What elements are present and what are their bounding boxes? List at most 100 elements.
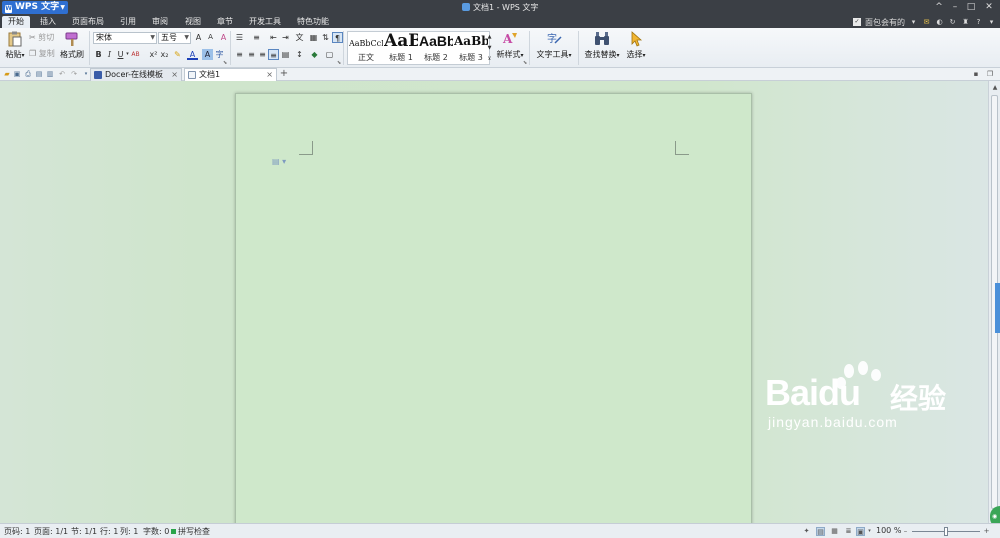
style-heading-1[interactable]: AaB 标题 1 [384, 32, 418, 64]
tab-insert[interactable]: 插入 [34, 16, 62, 28]
close-icon[interactable]: × [266, 69, 273, 81]
status-column[interactable]: 列: 1 [120, 526, 138, 537]
save-icon[interactable]: ▣ [13, 70, 21, 78]
tab-home[interactable]: 开始 [2, 16, 30, 28]
new-style-button[interactable]: A 新样式▾ [495, 31, 525, 60]
status-row[interactable]: 行: 1 [100, 526, 118, 537]
user-name[interactable]: 面包会有的 [865, 17, 905, 28]
collapse-ribbon-button[interactable]: ^ [932, 1, 946, 13]
print-preview-icon[interactable]: ▤ [35, 70, 43, 78]
font-name-select[interactable]: 宋体 ▼ [93, 32, 157, 44]
bullets-icon[interactable]: ☰ [234, 32, 245, 43]
caret-down-icon[interactable]: ▾ [909, 18, 918, 27]
tab-page-layout[interactable]: 页面布局 [66, 16, 110, 28]
web-view-icon[interactable]: ▦ [830, 527, 839, 536]
customize-toolbar-icon[interactable]: ▾ [82, 70, 90, 78]
distributed-icon[interactable]: ▤ [280, 49, 291, 60]
undo-icon[interactable]: ↶ [58, 70, 66, 78]
gallery-scroll-down-icon[interactable]: ▼ [484, 43, 495, 54]
tab-developer[interactable]: 开发工具 [243, 16, 287, 28]
open-folder-icon[interactable]: ▰ [3, 70, 11, 78]
style-heading-2[interactable]: AaBb 标题 2 [419, 32, 453, 64]
zoom-slider-thumb[interactable] [944, 527, 948, 536]
style-normal[interactable]: AaBbCcDd 正文 [349, 32, 383, 64]
checkbox-icon[interactable]: ✓ [853, 18, 861, 26]
sort-icon[interactable]: ⇅ [320, 32, 331, 43]
print-icon[interactable]: ⎙ [24, 70, 32, 78]
increase-indent-icon[interactable]: ⇥ [280, 32, 291, 43]
show-marks-icon[interactable]: ¶ [332, 32, 343, 43]
phonetic-icon[interactable]: 字 [214, 49, 225, 60]
tab-chapter[interactable]: 章节 [211, 16, 239, 28]
new-tab-button[interactable]: + [279, 68, 289, 80]
refresh-icon[interactable]: ↻ [948, 18, 957, 27]
app-menu-button[interactable]: W WPS 文字 ▼ [2, 1, 68, 14]
restore-window-icon[interactable]: ❐ [986, 70, 994, 78]
superscript-icon[interactable]: x² [148, 49, 159, 60]
status-section[interactable]: 节: 1/1 [71, 526, 97, 537]
char-shading-icon[interactable]: A [202, 49, 213, 60]
close-button[interactable]: ✕ [982, 1, 996, 13]
strikethrough-icon[interactable]: AB [130, 49, 141, 60]
paste-button[interactable]: 粘贴▾ [4, 31, 26, 60]
font-size-select[interactable]: 五号 ▼ [158, 32, 191, 44]
find-replace-button[interactable]: 查找替换▾ [582, 31, 622, 60]
spell-check-toggle[interactable]: 拼写检查 [171, 526, 210, 537]
status-page[interactable]: 页面: 1/1 [34, 526, 68, 537]
line-spacing-icon[interactable]: ↕ [294, 49, 305, 60]
page-view-icon[interactable]: ▤ [816, 527, 825, 536]
shrink-font-icon[interactable]: A [205, 32, 216, 43]
shirt-icon[interactable]: ♜ [961, 18, 970, 27]
tab-review[interactable]: 审阅 [146, 16, 174, 28]
caret-down-icon[interactable]: ▾ [865, 527, 874, 536]
gallery-scroll-up-icon[interactable]: ▲ [484, 32, 495, 43]
table-icon[interactable]: ▦ [308, 32, 319, 43]
text-tools-button[interactable]: 字 文字工具▾ [534, 31, 574, 60]
align-right-icon[interactable]: ≡ [257, 49, 268, 60]
clear-format-icon[interactable]: A [218, 32, 229, 43]
skin-icon[interactable]: ◐ [935, 18, 944, 27]
outline-view-icon[interactable]: ≣ [844, 527, 853, 536]
grow-font-icon[interactable]: A [193, 32, 204, 43]
styles-dialog-launcher-icon[interactable]: ⬊ [523, 60, 527, 66]
font-dialog-launcher-icon[interactable]: ⬊ [223, 60, 227, 66]
tab-special-features[interactable]: 特色功能 [291, 16, 335, 28]
side-panel-handle[interactable] [995, 283, 1000, 333]
reading-view-icon[interactable]: ▣ [856, 527, 865, 536]
zoom-in-icon[interactable]: + [982, 527, 991, 536]
zoom-level[interactable]: 100 % [876, 526, 901, 535]
justify-icon[interactable]: ≡ [268, 49, 279, 60]
bold-icon[interactable]: B [93, 49, 104, 60]
highlight-icon[interactable]: ✎ [172, 49, 183, 60]
decrease-indent-icon[interactable]: ⇤ [268, 32, 279, 43]
format-painter-button[interactable]: 格式刷 [60, 31, 84, 60]
shading-icon[interactable]: ◆ [309, 49, 320, 60]
numbering-icon[interactable]: ≡ [251, 32, 262, 43]
protect-icon[interactable]: ✦ [802, 527, 811, 536]
cut-button[interactable]: ✂ 剪切 [29, 32, 54, 43]
select-button[interactable]: 选择▾ [624, 31, 648, 60]
tab-references[interactable]: 引用 [114, 16, 142, 28]
status-page-code[interactable]: 页码: 1 [4, 526, 30, 537]
tab-list-icon[interactable]: ▪ [972, 70, 980, 78]
document-page[interactable]: ▤ ▾ [235, 93, 752, 523]
borders-icon[interactable]: ▢ [324, 49, 335, 60]
copy-button[interactable]: ❐ 复制 [29, 48, 55, 59]
mail-icon[interactable]: ✉ [922, 18, 931, 27]
export-pdf-icon[interactable]: ▥ [46, 70, 54, 78]
minimize-button[interactable]: – [948, 1, 962, 13]
chinese-layout-icon[interactable]: 文 [294, 32, 305, 43]
tab-view[interactable]: 视图 [179, 16, 207, 28]
maximize-button[interactable]: □ [964, 1, 978, 13]
italic-icon[interactable]: I [104, 49, 115, 60]
redo-icon[interactable]: ↷ [70, 70, 78, 78]
tab-document1[interactable]: 文档1 × [184, 68, 277, 81]
align-left-icon[interactable]: ≡ [234, 49, 245, 60]
subscript-icon[interactable]: x₂ [159, 49, 170, 60]
tab-docer-templates[interactable]: Docer-在线模板 × [90, 68, 182, 81]
style-heading-3[interactable]: AaBbC 标题 3 [454, 32, 488, 64]
status-word-count[interactable]: 字数: 0 [143, 526, 169, 537]
scroll-up-icon[interactable]: ▲ [990, 83, 1000, 93]
font-color-icon[interactable]: A [187, 49, 198, 60]
align-center-icon[interactable]: ≡ [246, 49, 257, 60]
